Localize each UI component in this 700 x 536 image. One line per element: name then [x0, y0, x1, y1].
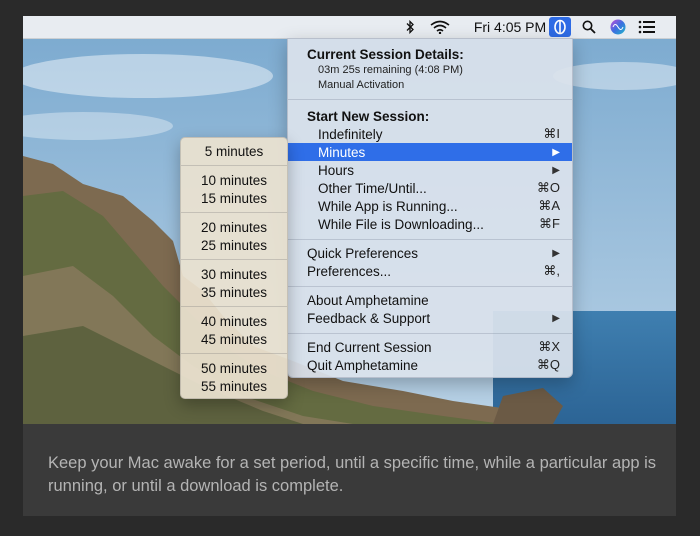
- menu-item-preferences[interactable]: Preferences... ⌘,: [288, 262, 572, 280]
- submenu-item[interactable]: 45 minutes: [181, 330, 287, 348]
- shortcut-label: ⌘Q: [536, 357, 560, 372]
- menu-separator: [288, 99, 572, 100]
- submenu-item[interactable]: 40 minutes: [181, 312, 287, 330]
- submenu-item[interactable]: 50 minutes: [181, 359, 287, 377]
- spotlight-search-icon[interactable]: [578, 16, 600, 38]
- menu-separator: [181, 165, 287, 166]
- submenu-arrow-icon: ▶: [552, 164, 560, 176]
- submenu-item[interactable]: 5 minutes: [181, 142, 287, 160]
- session-remaining: 03m 25s remaining (4:08 PM): [318, 63, 463, 76]
- submenu-item[interactable]: 20 minutes: [181, 218, 287, 236]
- menu-separator: [181, 212, 287, 213]
- menu-item-app-running[interactable]: While App is Running... ⌘A: [288, 197, 572, 215]
- shortcut-label: ⌘F: [539, 216, 560, 231]
- shortcut-label: ⌘A: [538, 198, 560, 213]
- minutes-submenu: 5 minutes 10 minutes 15 minutes 20 minut…: [180, 137, 288, 399]
- menubar-clock[interactable]: Fri 4:05 PM: [465, 16, 555, 38]
- menu-separator: [181, 353, 287, 354]
- notification-center-icon[interactable]: [635, 16, 659, 38]
- shortcut-label: ⌘,: [543, 263, 560, 278]
- submenu-item[interactable]: 55 minutes: [181, 377, 287, 395]
- new-session-header: Start New Session:: [307, 108, 430, 124]
- menu-item-minutes[interactable]: Minutes ▶: [288, 143, 572, 161]
- shortcut-label: ⌘X: [538, 339, 560, 354]
- menu-separator: [288, 239, 572, 240]
- submenu-item[interactable]: 10 minutes: [181, 171, 287, 189]
- submenu-item[interactable]: 30 minutes: [181, 265, 287, 283]
- menu-item-quick-preferences[interactable]: Quick Preferences ▶: [288, 244, 572, 262]
- shortcut-label: ⌘O: [536, 180, 560, 195]
- menu-separator: [288, 333, 572, 334]
- menu-item-about[interactable]: About Amphetamine: [288, 291, 572, 309]
- menu-bar: Fri 4:05 PM: [23, 16, 676, 39]
- session-activation: Manual Activation: [318, 78, 405, 91]
- submenu-item[interactable]: 35 minutes: [181, 283, 287, 301]
- submenu-arrow-icon: ▶: [552, 146, 560, 158]
- amphetamine-icon[interactable]: [549, 17, 571, 37]
- menu-separator: [288, 286, 572, 287]
- siri-icon[interactable]: [607, 16, 629, 38]
- menu-separator: [181, 259, 287, 260]
- submenu-arrow-icon: ▶: [552, 312, 560, 324]
- menu-item-hours[interactable]: Hours ▶: [288, 161, 572, 179]
- amphetamine-menu: Current Session Details: 03m 25s remaini…: [287, 38, 573, 378]
- menu-separator: [181, 306, 287, 307]
- menu-item-other-time[interactable]: Other Time/Until... ⌘O: [288, 179, 572, 197]
- menu-item-file-downloading[interactable]: While File is Downloading... ⌘F: [288, 215, 572, 233]
- menu-item-end-session[interactable]: End Current Session ⌘X: [288, 338, 572, 356]
- caption-text: Keep your Mac awake for a set period, un…: [48, 454, 657, 495]
- menu-item-feedback[interactable]: Feedback & Support ▶: [288, 309, 572, 327]
- menu-item-quit[interactable]: Quit Amphetamine ⌘Q: [288, 356, 572, 374]
- submenu-item[interactable]: 25 minutes: [181, 236, 287, 254]
- session-details-header: Current Session Details:: [307, 46, 464, 62]
- shortcut-label: ⌘I: [543, 126, 560, 141]
- wifi-icon[interactable]: [427, 16, 453, 38]
- submenu-arrow-icon: ▶: [552, 247, 560, 259]
- menu-item-indefinitely[interactable]: Indefinitely ⌘I: [288, 125, 572, 143]
- submenu-item[interactable]: 15 minutes: [181, 189, 287, 207]
- screenshot-frame: Fri 4:05 PM Current Session Details: 03m…: [23, 16, 676, 516]
- bluetooth-icon[interactable]: [401, 16, 419, 38]
